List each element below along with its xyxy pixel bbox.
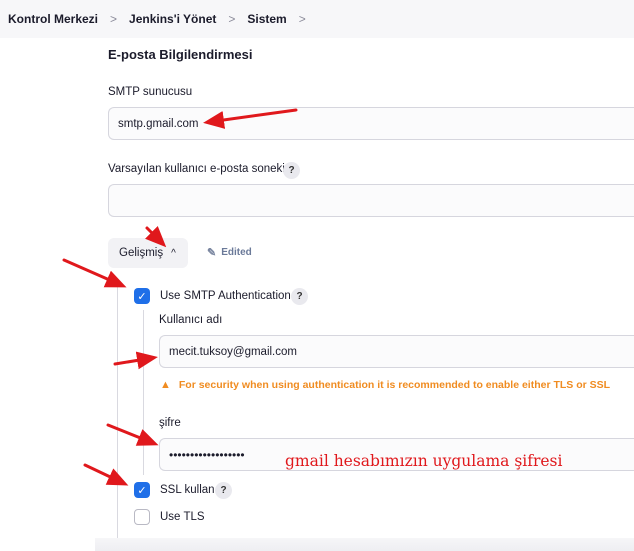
- edited-label: Edited: [221, 247, 252, 258]
- annotation-text: gmail hesabımızın uygulama şifresi: [285, 452, 563, 470]
- ssl-checkbox[interactable]: ✓: [134, 482, 150, 498]
- smtp-auth-checkbox[interactable]: ✓: [134, 288, 150, 304]
- chevron-right-icon: >: [110, 12, 118, 26]
- tls-checkbox[interactable]: [134, 509, 150, 525]
- help-icon[interactable]: ?: [283, 162, 300, 179]
- check-icon: ✓: [137, 484, 147, 497]
- smtp-server-input[interactable]: smtp.gmail.com: [108, 107, 634, 140]
- password-value: ••••••••••••••••••: [169, 447, 245, 462]
- advanced-toggle-button[interactable]: Gelişmiş ^: [108, 238, 188, 268]
- bottom-bar: [95, 538, 634, 551]
- password-label: şifre: [159, 417, 181, 429]
- pencil-icon: ✎: [207, 247, 217, 259]
- section-title: E-posta Bilgilendirmesi: [108, 47, 253, 62]
- security-warning-text: For security when using authentication i…: [178, 379, 611, 391]
- edited-indicator: ✎ Edited: [207, 246, 252, 259]
- help-icon[interactable]: ?: [215, 482, 232, 499]
- breadcrumb-item-jenkins-yonet[interactable]: Jenkins'i Yönet: [129, 12, 216, 26]
- username-label: Kullanıcı adı: [159, 314, 223, 326]
- check-icon: ✓: [137, 290, 147, 303]
- email-suffix-input[interactable]: [108, 184, 634, 217]
- advanced-section-divider: [117, 282, 118, 551]
- warning-triangle-icon: ▲: [160, 379, 171, 391]
- username-input[interactable]: mecit.tuksoy@gmail.com: [159, 335, 634, 368]
- arrow-password: [106, 423, 159, 446]
- ssl-label: SSL kullan: [160, 484, 215, 496]
- username-value: mecit.tuksoy@gmail.com: [169, 345, 297, 358]
- help-icon[interactable]: ?: [291, 288, 308, 305]
- breadcrumb-item-sistem[interactable]: Sistem: [247, 12, 286, 26]
- smtp-server-label: SMTP sunucusu: [108, 86, 193, 98]
- chevron-right-icon: >: [298, 12, 306, 26]
- smtp-auth-label: Use SMTP Authentication: [160, 290, 291, 302]
- chevron-right-icon: >: [228, 12, 236, 26]
- chevron-up-icon: ^: [171, 247, 176, 259]
- advanced-toggle-label: Gelişmiş: [119, 247, 164, 259]
- smtp-server-value: smtp.gmail.com: [118, 117, 199, 130]
- breadcrumb: Kontrol Merkezi > Jenkins'i Yönet > Sist…: [0, 0, 634, 38]
- security-warning: ▲ For security when using authentication…: [160, 379, 610, 391]
- email-suffix-label: Varsayılan kullanıcı e-posta soneki: [108, 163, 285, 175]
- auth-section-divider: [143, 310, 144, 475]
- arrow-username: [113, 351, 158, 370]
- breadcrumb-item-kontrol-merkezi[interactable]: Kontrol Merkezi: [8, 12, 98, 26]
- tls-label: Use TLS: [160, 511, 205, 523]
